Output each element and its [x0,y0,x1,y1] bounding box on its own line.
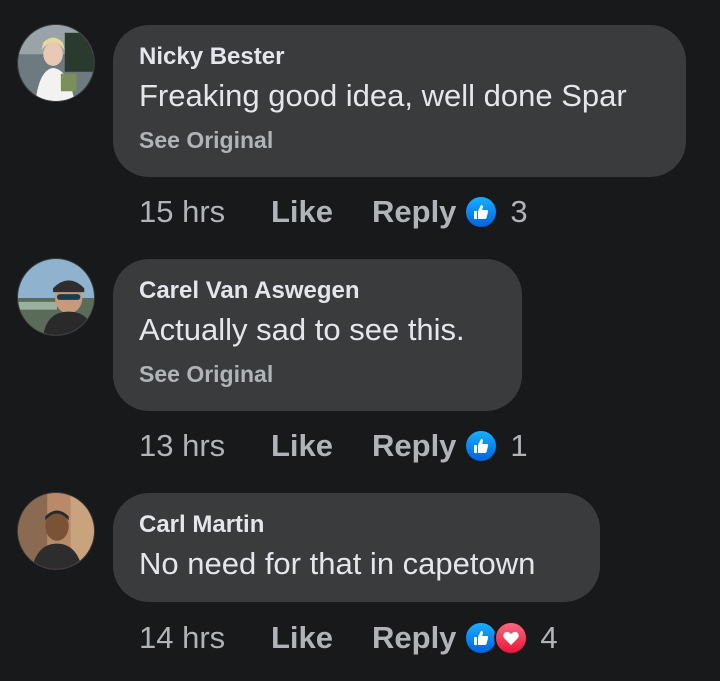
comment-actions: 14 hrs Like Reply 4 [139,616,558,660]
comment-thread: Nicky Bester Freaking good idea, well do… [0,0,720,681]
comment-text: Freaking good idea, well done Spar [139,78,627,113]
reactions-summary[interactable]: 3 [464,194,528,230]
comment-actions: 15 hrs Like Reply 3 [139,190,528,234]
comment-timestamp[interactable]: 15 hrs [139,194,271,230]
see-original-link[interactable]: See Original [139,360,496,388]
avatar[interactable] [17,258,95,336]
reply-button[interactable]: Reply [372,428,456,464]
love-icon [494,621,529,655]
comment-author[interactable]: Nicky Bester [139,43,660,71]
reply-button[interactable]: Reply [372,620,456,656]
avatar[interactable] [17,24,95,102]
comment-author[interactable]: Carl Martin [139,511,574,539]
comment-actions: 13 hrs Like Reply 1 [139,424,528,468]
reaction-count: 3 [510,194,528,229]
like-button[interactable]: Like [271,194,372,230]
like-button[interactable]: Like [271,620,372,656]
comment-bubble: Nicky Bester Freaking good idea, well do… [113,25,686,177]
reactions-summary[interactable]: 1 [464,428,528,464]
reaction-count: 4 [540,620,558,655]
comment-timestamp[interactable]: 13 hrs [139,428,271,464]
like-icon [464,429,499,463]
comment-text: Actually sad to see this. [139,312,465,347]
like-icon [464,195,499,229]
reaction-count: 1 [510,428,528,463]
like-button[interactable]: Like [271,428,372,464]
avatar-photo [18,259,94,335]
avatar-photo [18,25,94,101]
reply-button[interactable]: Reply [372,194,456,230]
avatar-photo [18,493,94,569]
comment-text: No need for that in capetown [139,546,536,581]
avatar[interactable] [17,492,95,570]
comment-author[interactable]: Carel Van Aswegen [139,277,496,305]
see-original-link[interactable]: See Original [139,126,660,154]
comment-bubble: Carl Martin No need for that in capetown [113,493,600,602]
like-icon [464,621,499,655]
comment-bubble: Carel Van Aswegen Actually sad to see th… [113,259,522,411]
comment-timestamp[interactable]: 14 hrs [139,620,271,656]
reactions-summary[interactable]: 4 [464,620,558,656]
